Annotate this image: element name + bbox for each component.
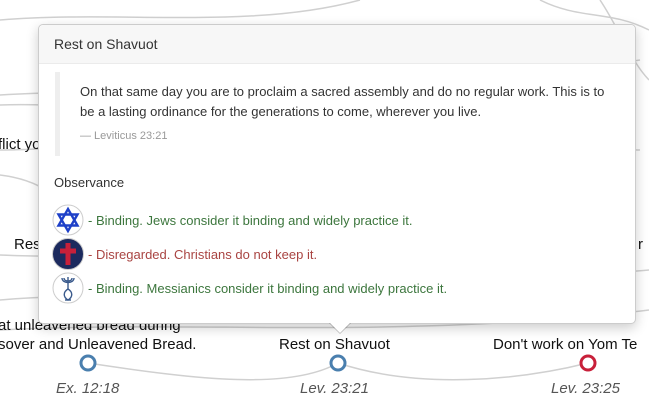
quote-citation: — Leviticus 23:21 [80, 130, 168, 142]
popover-title: Rest on Shavuot [39, 25, 635, 64]
observance-text: - Binding. Messianics consider it bindin… [88, 280, 448, 296]
observance-heading: Observance [54, 175, 125, 190]
observance-row: - Binding. Jews consider it binding and … [52, 203, 412, 237]
popover-arrow [330, 323, 350, 333]
quote-text: On that same day you are to proclaim a s… [80, 84, 605, 119]
observance-row: - Disregarded. Christians do not keep it… [52, 237, 317, 271]
observance-text: - Binding. Jews consider it binding and … [88, 212, 413, 228]
graph-node[interactable] [579, 354, 597, 372]
cross-icon [52, 238, 84, 270]
star-of-david-icon [52, 204, 84, 236]
observance-row: - Binding. Messianics consider it bindin… [52, 271, 447, 305]
scripture-quote: On that same day you are to proclaim a s… [55, 72, 615, 156]
graph-node[interactable] [79, 354, 97, 372]
menorah-fish-icon [52, 272, 84, 304]
node-reference: Ex. 12:18 [56, 380, 120, 397]
node-reference: Lev. 23:25 [551, 380, 620, 397]
popover: Rest on Shavuot On that same day you are… [38, 24, 636, 334]
graph-node[interactable] [329, 354, 347, 372]
observance-text: - Disregarded. Christians do not keep it… [88, 246, 318, 262]
node-reference: Lev. 23:21 [300, 380, 369, 397]
